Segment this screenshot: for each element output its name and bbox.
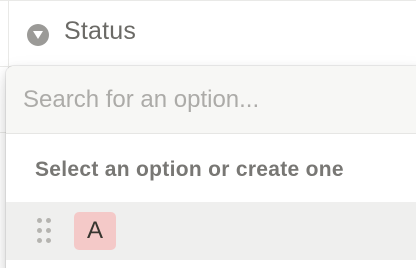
property-header[interactable]: Status — [0, 0, 416, 66]
property-name: Status — [64, 17, 137, 45]
option-row-a[interactable]: A — [6, 202, 416, 260]
select-hint-text: Select an option or create one — [35, 158, 344, 181]
search-area — [6, 66, 416, 134]
drag-handle-icon[interactable] — [36, 217, 52, 245]
select-option-popup: Select an option or create one A — [6, 66, 416, 268]
page: Status Select an option or create one A — [0, 0, 416, 268]
chevron-circle-down-icon — [27, 24, 49, 46]
option-tag[interactable]: A — [74, 212, 116, 250]
option-search-input[interactable] — [23, 80, 403, 120]
